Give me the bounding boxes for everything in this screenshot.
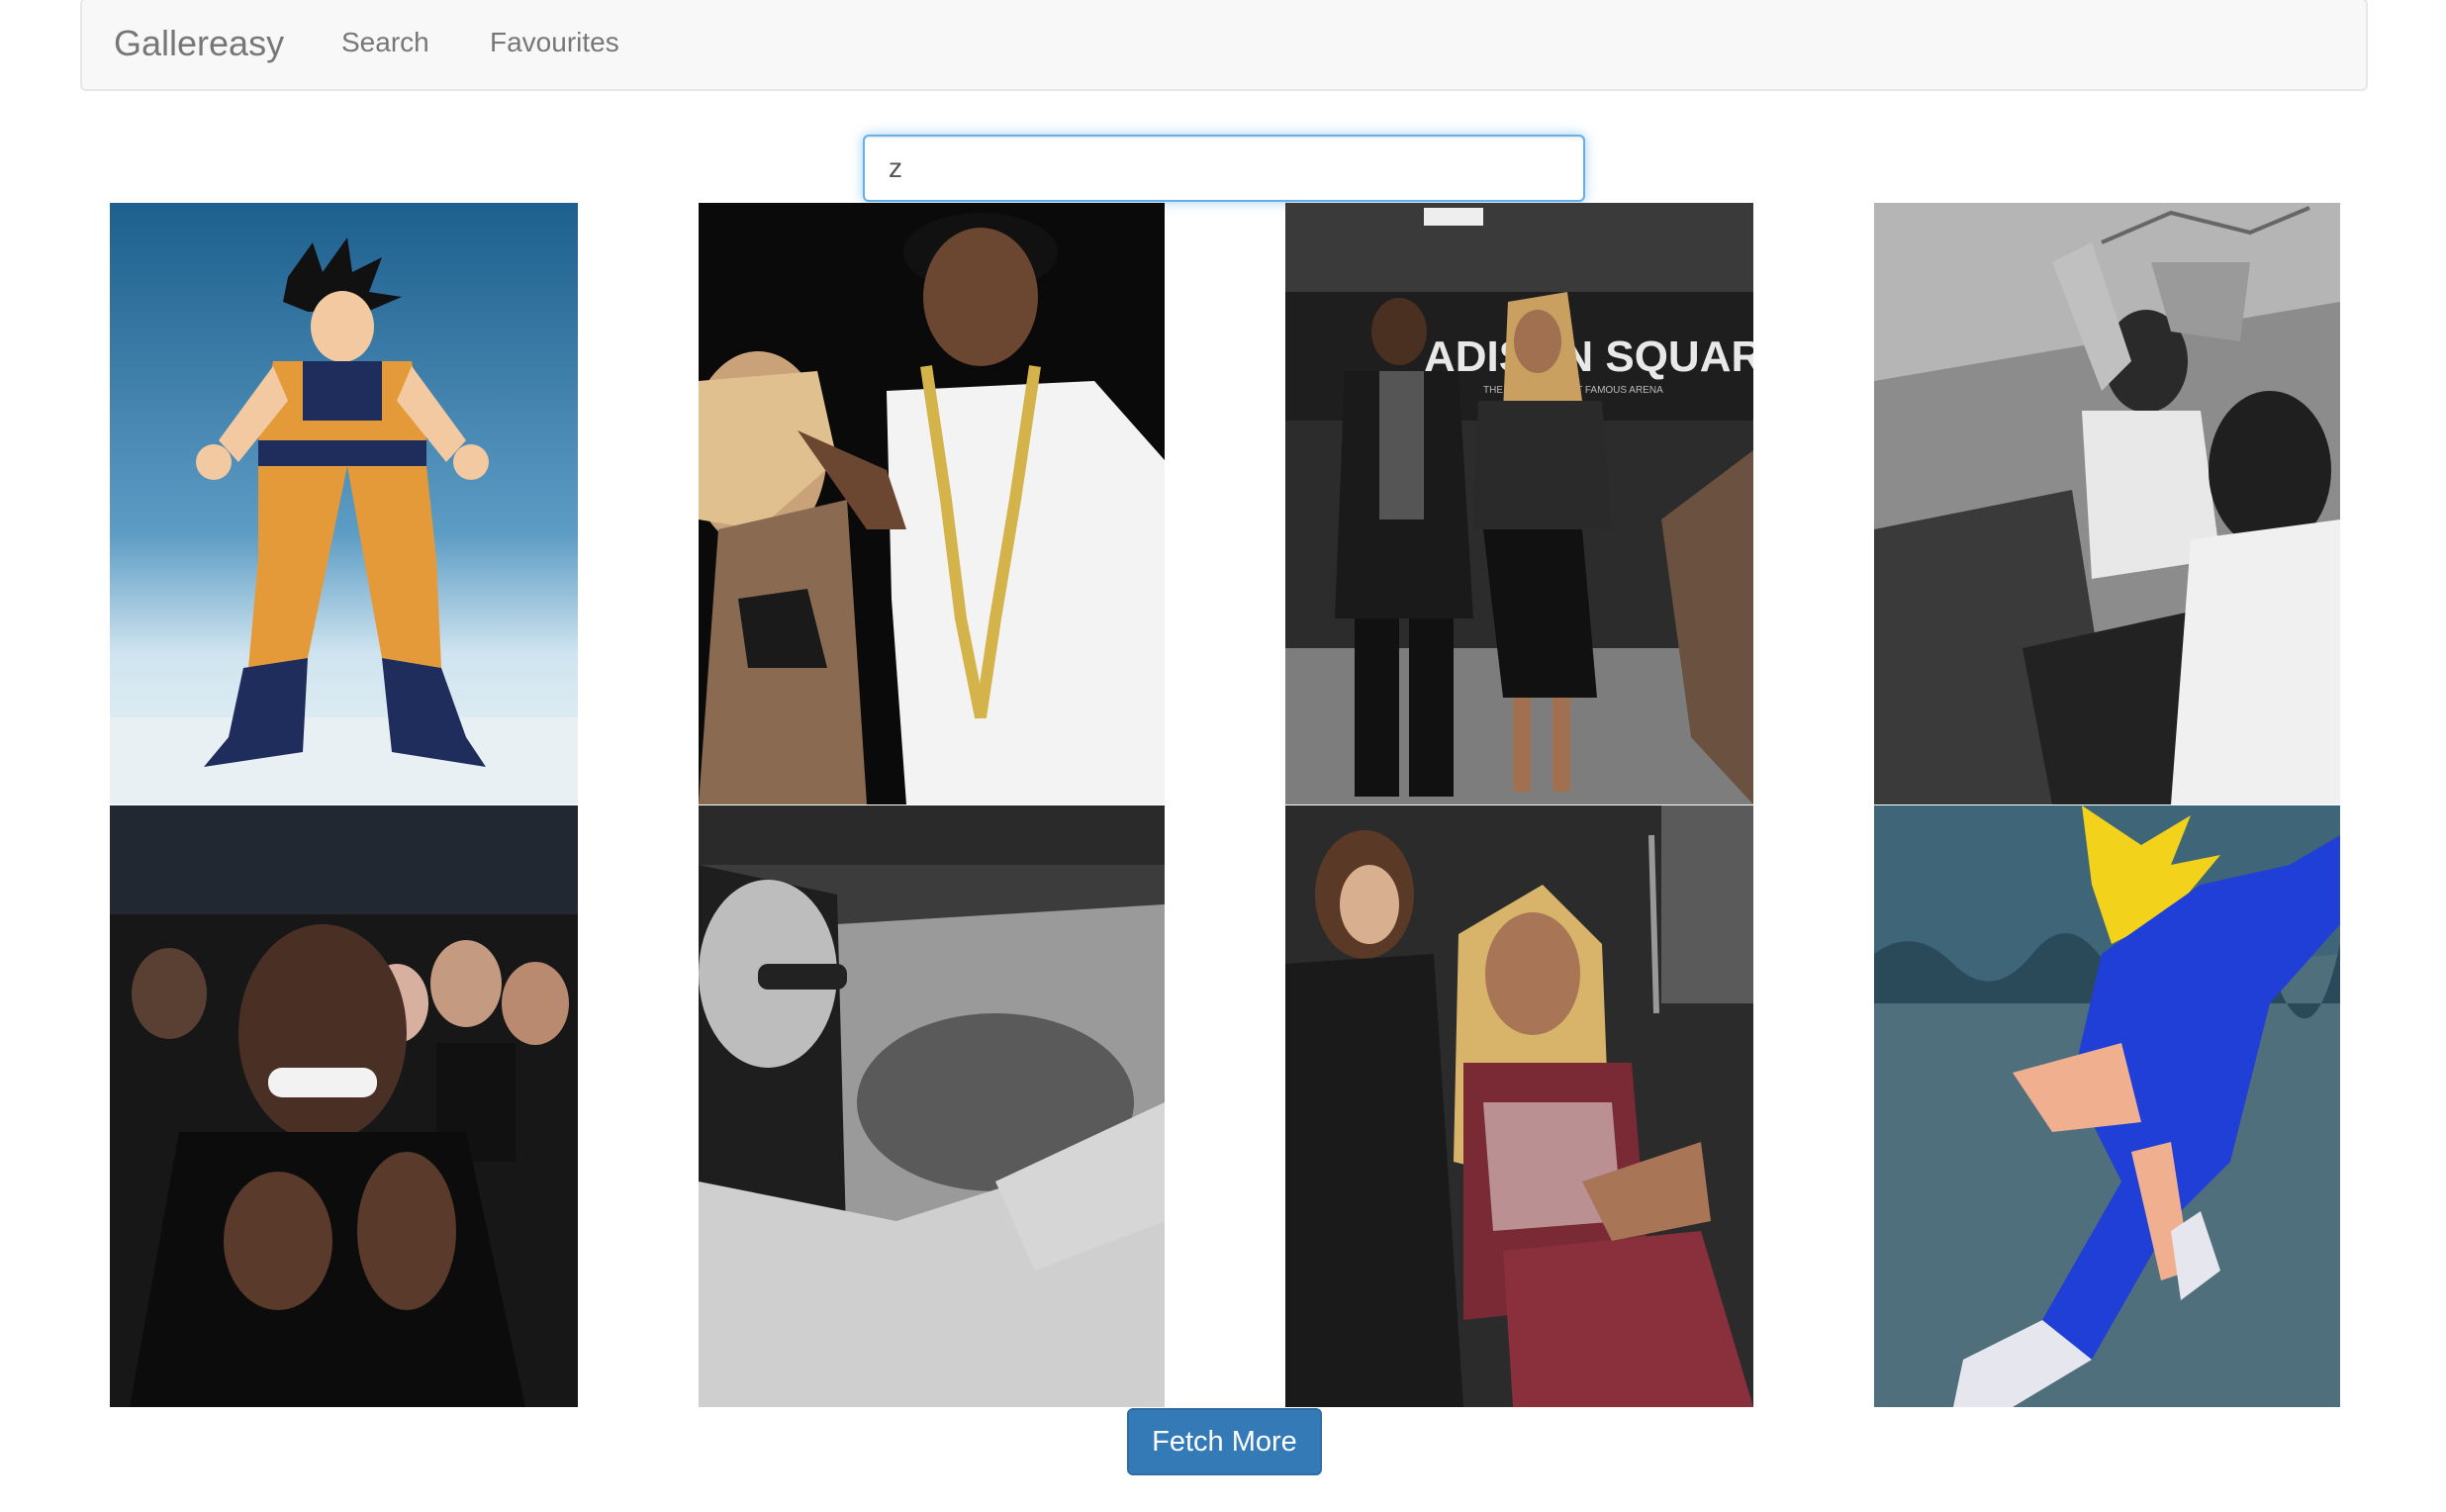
gif-tile[interactable] [699, 805, 1165, 1407]
gif-tile[interactable] [1285, 805, 1753, 1407]
navbar: Gallereasy Search Favourites [80, 0, 2368, 91]
gif-image [1874, 805, 2340, 1407]
gif-tile[interactable]: ADISON SQUARE GARDEN THE WORLD'S MOST FA… [1285, 203, 1753, 804]
gif-tile[interactable] [110, 203, 578, 804]
gif-tile[interactable] [699, 203, 1165, 804]
gif-image [110, 805, 578, 1407]
arena-sign-text: ADISON SQUARE GARDEN [1424, 332, 1753, 381]
gif-image [110, 203, 578, 804]
gif-image: ADISON SQUARE GARDEN THE WORLD'S MOST FA… [1285, 203, 1753, 804]
gif-image [1874, 203, 2340, 804]
nav-link-search[interactable]: Search [341, 26, 429, 59]
gif-tile[interactable] [1874, 805, 2340, 1407]
gif-tile[interactable] [110, 805, 578, 1407]
fetch-more-button[interactable]: Fetch More [1127, 1408, 1322, 1475]
gif-image [699, 805, 1165, 1407]
gif-image [699, 203, 1165, 804]
search-input[interactable] [863, 135, 1585, 202]
gif-image [1285, 805, 1753, 1407]
brand-logo[interactable]: Gallereasy [114, 22, 284, 65]
gif-tile[interactable] [1874, 203, 2340, 804]
nav-link-favourites[interactable]: Favourites [490, 26, 619, 59]
